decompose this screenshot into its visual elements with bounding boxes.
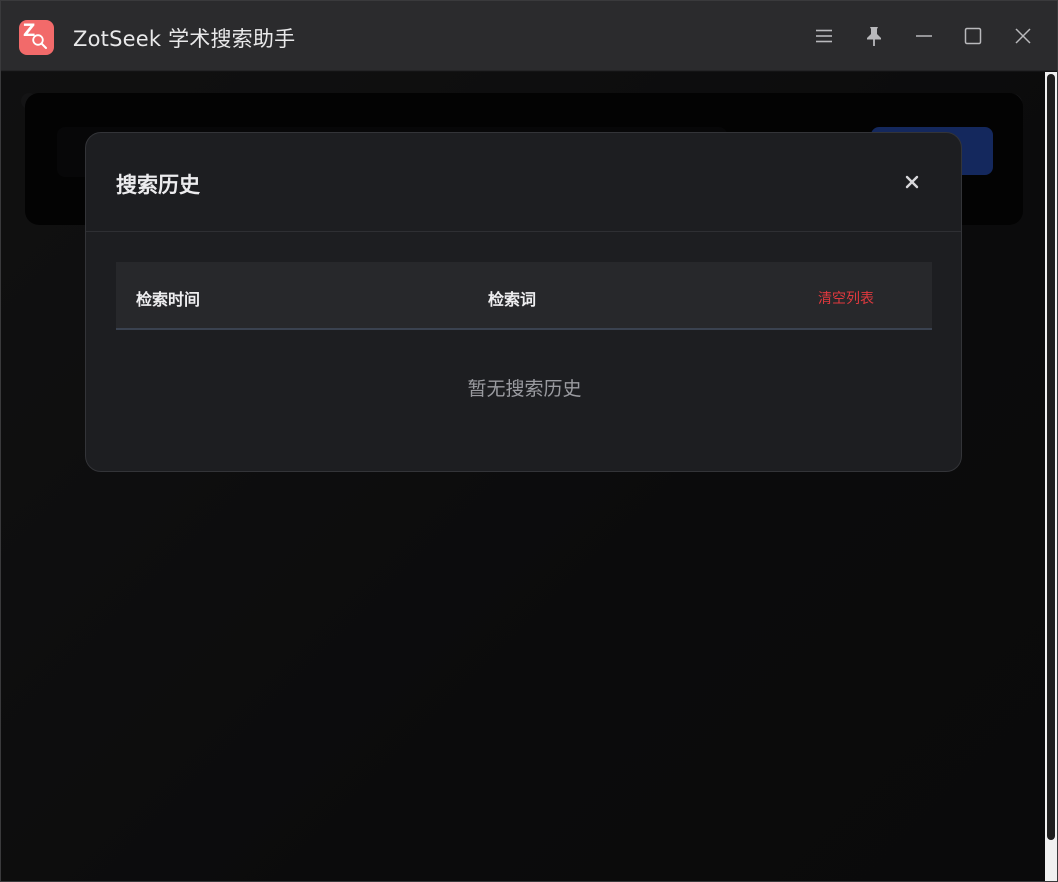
dialog-title: 搜索历史 xyxy=(116,173,200,197)
menu-button[interactable] xyxy=(811,23,837,49)
close-icon xyxy=(1015,28,1031,44)
magnifier-icon xyxy=(32,34,47,49)
scrollbar-thumb[interactable] xyxy=(1047,74,1055,840)
minimize-icon xyxy=(916,35,932,37)
maximize-button[interactable] xyxy=(960,23,986,49)
maximize-icon xyxy=(964,27,982,45)
close-icon xyxy=(905,175,919,189)
dialog-close-button[interactable] xyxy=(901,171,923,193)
pin-icon xyxy=(867,27,881,46)
history-table-header: 检索时间 检索词 清空列表 xyxy=(116,262,932,330)
app-logo: Z xyxy=(19,20,54,55)
app-title: ZotSeek 学术搜索助手 xyxy=(73,27,296,51)
clear-list-button[interactable]: 清空列表 xyxy=(818,288,874,308)
app-window: Z ZotSeek 学术搜索助手 搜索历史 检索时间 检索词 清空列表 暂无搜索… xyxy=(0,0,1058,882)
column-header-time: 检索时间 xyxy=(136,290,201,309)
menu-icon xyxy=(816,29,832,43)
title-bar[interactable]: Z ZotSeek 学术搜索助手 xyxy=(1,1,1057,71)
window-close-button[interactable] xyxy=(1010,23,1036,49)
column-header-term: 检索词 xyxy=(488,290,537,309)
empty-state-text: 暂无搜索历史 xyxy=(467,378,582,400)
pin-button[interactable] xyxy=(861,23,887,49)
scrollbar[interactable] xyxy=(1045,72,1057,881)
minimize-button[interactable] xyxy=(911,23,937,49)
dialog-header: 搜索历史 xyxy=(86,133,961,232)
search-history-dialog: 搜索历史 检索时间 检索词 清空列表 暂无搜索历史 xyxy=(85,132,962,472)
